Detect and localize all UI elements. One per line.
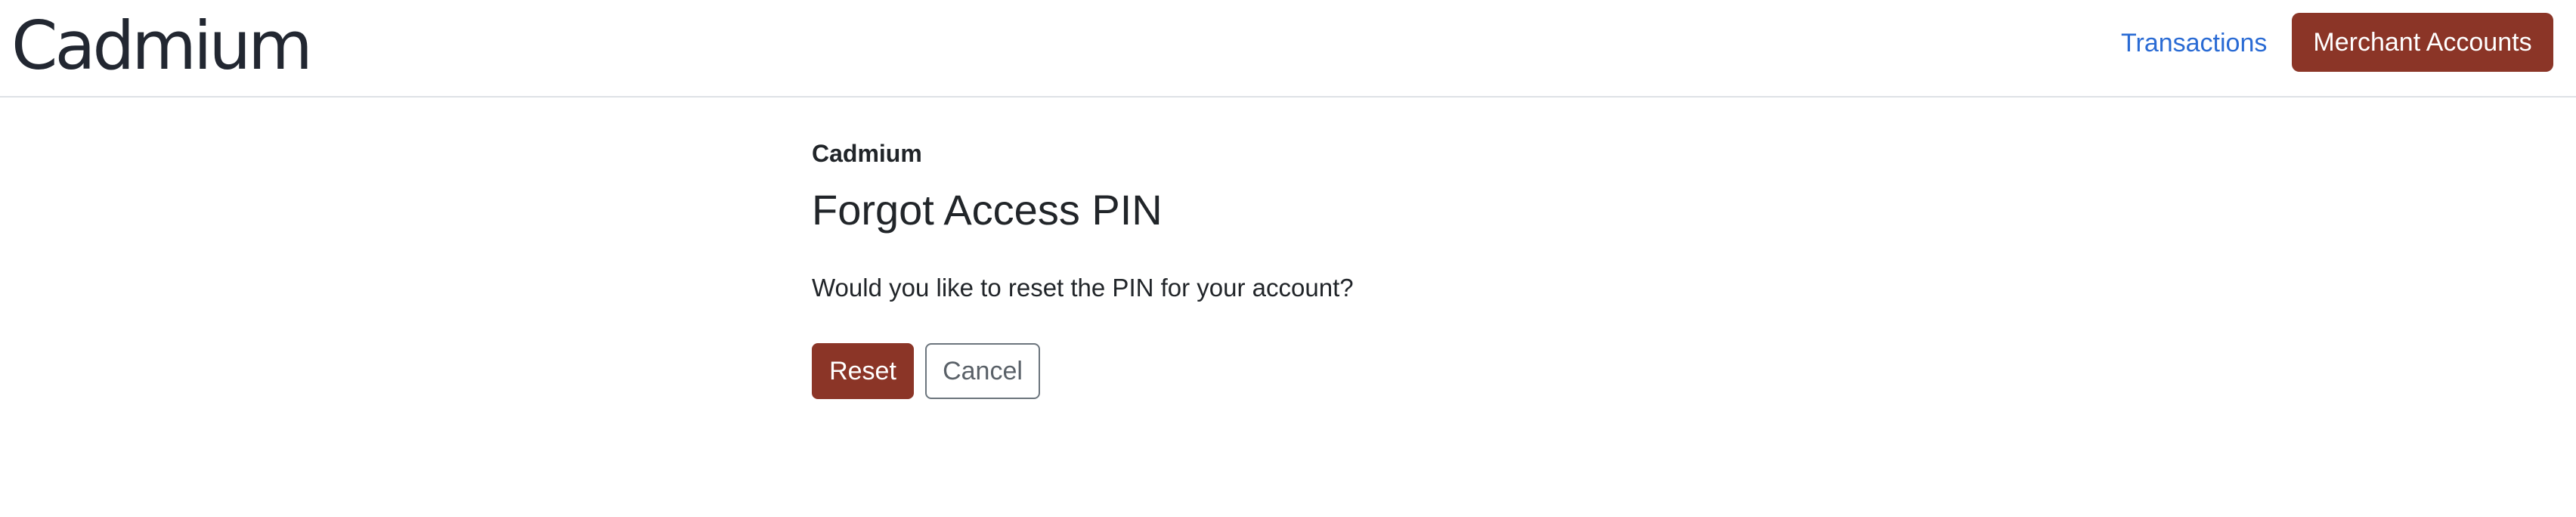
- page-title: Forgot Access PIN: [812, 186, 1163, 234]
- cancel-button[interactable]: Cancel: [925, 343, 1040, 399]
- reset-prompt-text: Would you like to reset the PIN for your…: [812, 274, 1354, 302]
- section-eyebrow: Cadmium: [812, 140, 922, 167]
- reset-button[interactable]: Reset: [812, 343, 914, 399]
- brand-logo[interactable]: Cadmium: [11, 5, 313, 88]
- merchant-accounts-button[interactable]: Merchant Accounts: [2292, 13, 2553, 72]
- nav-link-transactions[interactable]: Transactions: [2121, 24, 2267, 62]
- top-navbar: Cadmium Transactions Merchant Accounts: [0, 0, 2576, 98]
